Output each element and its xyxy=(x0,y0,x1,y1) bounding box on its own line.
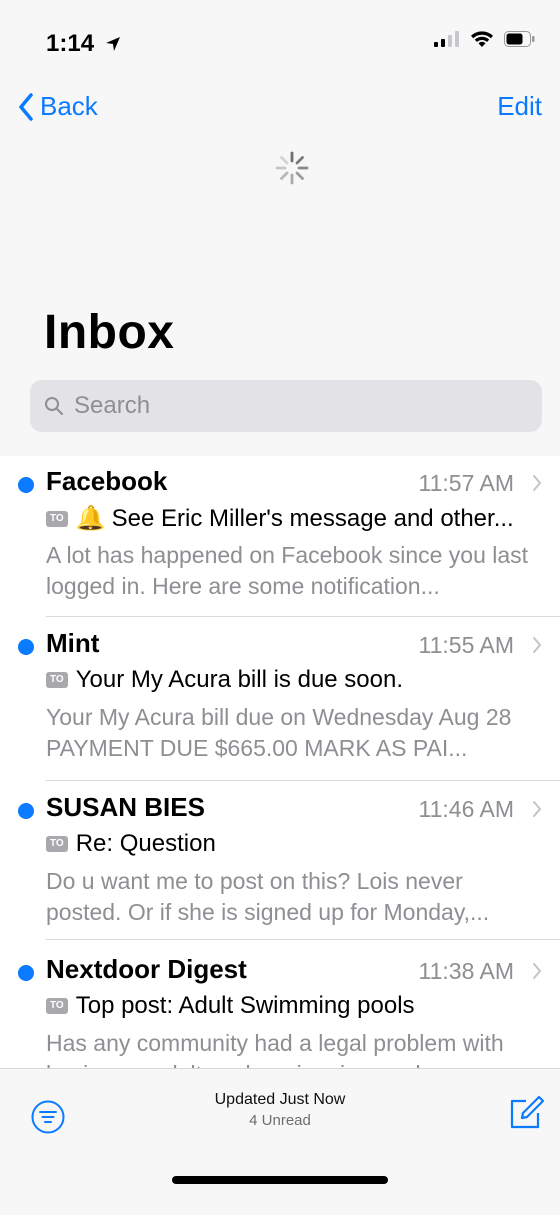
loading-spinner-icon xyxy=(275,151,309,185)
search-input[interactable]: Search xyxy=(30,380,542,432)
chevron-right-icon xyxy=(533,637,542,653)
message-time: 11:46 AM xyxy=(418,796,514,822)
edit-button[interactable]: Edit xyxy=(497,91,542,122)
message-subject: TO Re: Question xyxy=(46,830,546,858)
toolbar-status: Updated Just Now 4 Unread xyxy=(0,1091,560,1129)
updated-status: Updated Just Now xyxy=(214,1091,346,1108)
to-badge: TO xyxy=(46,836,68,852)
message-row[interactable]: SUSAN BIES 11:46 AM TO Re: Question Do u… xyxy=(0,782,560,940)
subject-text: Your My Acura bill is due soon. xyxy=(75,666,404,693)
chevron-left-icon xyxy=(19,92,33,121)
row-divider xyxy=(46,616,560,617)
subject-text: Re: Question xyxy=(75,830,216,857)
message-subject: TO 🔔 See Eric Miller's message and other… xyxy=(46,504,546,533)
wifi-icon xyxy=(471,31,493,47)
chevron-right-icon xyxy=(533,963,542,979)
message-preview: Do u want me to post on this? Lois never… xyxy=(46,868,490,925)
unread-count: 4 Unread xyxy=(249,1112,311,1129)
row-divider xyxy=(46,939,560,940)
message-sender: SUSAN BIES xyxy=(46,792,205,822)
location-arrow-icon xyxy=(105,37,120,51)
home-indicator xyxy=(172,1176,388,1184)
cellular-signal-icon xyxy=(434,31,459,47)
search-icon xyxy=(45,397,63,415)
back-label: Back xyxy=(40,91,98,121)
message-row[interactable]: Mint 11:55 AM TO Your My Acura bill is d… xyxy=(0,618,560,776)
unread-dot-icon xyxy=(18,803,34,819)
unread-dot-icon xyxy=(18,639,34,655)
unread-dot-icon xyxy=(18,477,34,493)
message-sender: Facebook xyxy=(46,466,168,496)
to-badge: TO xyxy=(46,998,68,1014)
back-button[interactable]: Back xyxy=(18,91,98,122)
status-bar: 1:14 xyxy=(0,0,560,80)
battery-icon xyxy=(504,31,535,47)
bell-icon: 🔔 xyxy=(75,505,106,532)
message-sender: Nextdoor Digest xyxy=(46,954,247,984)
to-badge: TO xyxy=(46,672,68,688)
message-time: 11:55 AM xyxy=(418,632,514,658)
status-icons xyxy=(434,30,536,48)
to-badge: TO xyxy=(46,510,68,527)
message-sender: Mint xyxy=(46,628,100,658)
clock: 1:14 xyxy=(46,30,95,57)
message-preview: Your My Acura bill due on Wednesday Aug … xyxy=(46,704,512,761)
message-preview: A lot has happened on Facebook since you… xyxy=(46,542,529,599)
message-subject: TO Your My Acura bill is due soon. xyxy=(46,666,546,694)
page-title: Inbox xyxy=(44,306,175,359)
message-time: 11:38 AM xyxy=(418,958,514,984)
subject-text: Top post: Adult Swimming pools xyxy=(75,992,415,1019)
compose-icon[interactable] xyxy=(506,1093,546,1133)
search-placeholder: Search xyxy=(74,392,151,419)
message-subject: TO Top post: Adult Swimming pools xyxy=(46,992,546,1020)
status-time: 1:14 xyxy=(46,30,121,58)
chevron-right-icon xyxy=(533,475,542,491)
navigation-bar: Back Edit xyxy=(0,85,560,129)
message-row[interactable]: Facebook 11:57 AM TO 🔔 See Eric Miller's… xyxy=(0,456,560,614)
chevron-right-icon xyxy=(533,801,542,817)
message-list: Facebook 11:57 AM TO 🔔 See Eric Miller's… xyxy=(0,456,560,1087)
bottom-toolbar: Updated Just Now 4 Unread xyxy=(0,1068,560,1215)
message-time: 11:57 AM xyxy=(418,470,514,496)
subject-text: See Eric Miller's message and other... xyxy=(111,504,514,532)
unread-dot-icon xyxy=(18,965,34,981)
row-divider xyxy=(46,780,560,781)
